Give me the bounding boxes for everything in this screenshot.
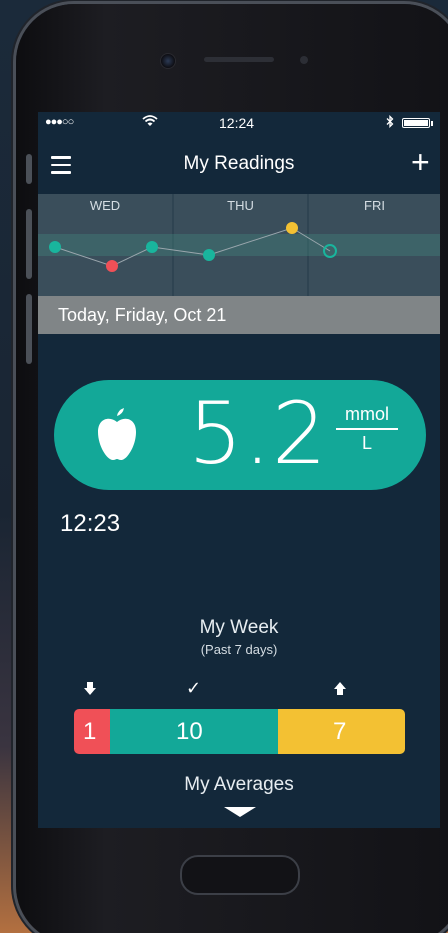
apple-icon bbox=[96, 408, 138, 467]
trend-chart[interactable]: WED THU FRI bbox=[38, 194, 440, 296]
glucose-value: 5.2 bbox=[188, 384, 328, 484]
glucose-unit: mmol L bbox=[336, 404, 398, 454]
status-time: 12:24 bbox=[219, 115, 255, 131]
volume-down-button bbox=[26, 294, 32, 364]
week-title: My Week bbox=[199, 617, 279, 638]
status-bar: ●●●○○ 12:24 bbox=[38, 112, 440, 136]
page-title: My Readings bbox=[183, 153, 295, 174]
reading-point[interactable] bbox=[106, 260, 118, 272]
trend-line bbox=[49, 222, 337, 272]
proximity-sensor bbox=[300, 56, 308, 64]
high-count: 7 bbox=[333, 718, 347, 745]
reading-point[interactable] bbox=[286, 222, 298, 234]
reading-point[interactable] bbox=[203, 249, 215, 261]
reading-point[interactable] bbox=[146, 241, 158, 253]
in-range-count: 10 bbox=[176, 718, 203, 745]
low-count: 1 bbox=[83, 718, 97, 745]
volume-up-button bbox=[26, 209, 32, 279]
week-legend: ✓ bbox=[38, 678, 440, 702]
app-screen: ●●●○○ 12:24 My Readings + WED THU FRI To… bbox=[38, 112, 440, 828]
reading-time: 12:23 bbox=[60, 510, 121, 537]
unit-denominator: L bbox=[361, 433, 372, 453]
reading-card[interactable]: 5.2 mmol L bbox=[54, 380, 426, 490]
battery-icon bbox=[402, 118, 433, 128]
front-camera bbox=[160, 53, 176, 69]
add-reading-button[interactable]: + bbox=[411, 144, 430, 181]
reading-point[interactable] bbox=[49, 241, 61, 253]
mute-switch bbox=[26, 154, 32, 184]
averages-label[interactable]: My Averages bbox=[38, 774, 440, 796]
check-icon: ✓ bbox=[186, 678, 202, 698]
home-button[interactable] bbox=[180, 855, 300, 895]
nav-bar: My Readings + bbox=[38, 142, 440, 190]
date-label: Today, Friday, Oct 21 bbox=[58, 305, 227, 325]
bluetooth-icon bbox=[386, 114, 394, 131]
low-count-segment: 1 bbox=[74, 709, 110, 754]
wifi-icon bbox=[142, 114, 158, 130]
signal-strength: ●●●○○ bbox=[45, 116, 74, 128]
arrow-down-icon bbox=[84, 682, 96, 701]
week-subtitle: (Past 7 days) bbox=[200, 642, 278, 657]
date-header: Today, Friday, Oct 21 bbox=[38, 296, 440, 334]
high-count-segment: 7 bbox=[278, 709, 405, 754]
in-range-count-segment: 10 bbox=[110, 709, 278, 754]
unit-numerator: mmol bbox=[345, 404, 389, 424]
week-summary-bar[interactable]: 1 10 7 bbox=[74, 709, 405, 754]
arrow-up-icon bbox=[334, 682, 346, 701]
expand-caret-icon[interactable] bbox=[224, 807, 256, 817]
earpiece-speaker bbox=[204, 57, 274, 62]
